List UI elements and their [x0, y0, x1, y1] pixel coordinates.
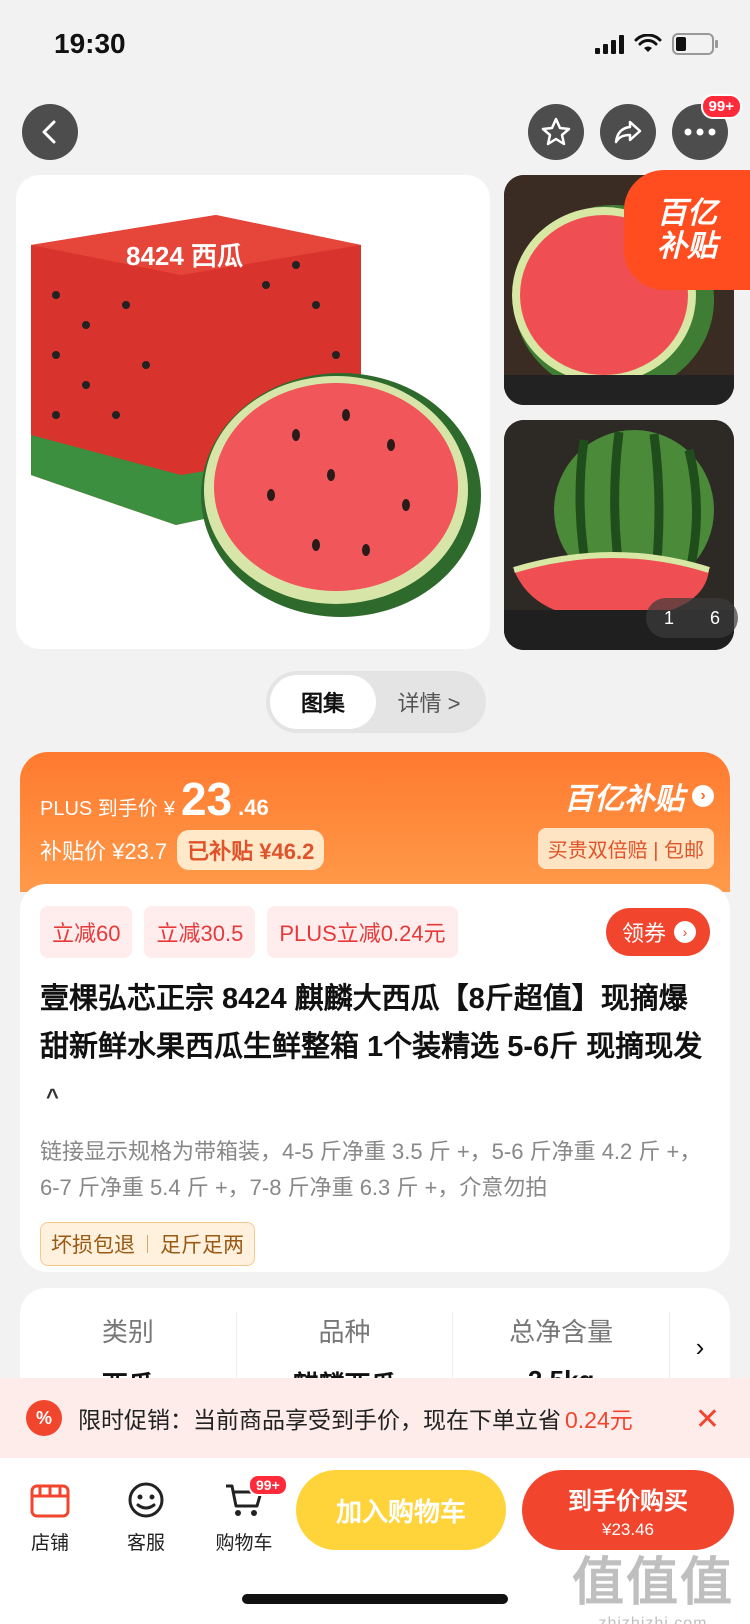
more-badge: 99+ — [700, 94, 742, 119]
price-card: PLUS 到手价 ¥ 23 .46 补贴价 ¥23.7 已补贴 ¥46.2 百亿… — [20, 752, 730, 1272]
chevron-right-icon: › — [674, 921, 696, 943]
customer-service-button[interactable]: 客服 — [106, 1478, 186, 1555]
cart-badge: 99+ — [248, 1474, 288, 1496]
page-total: 6 — [709, 607, 720, 628]
page-current: 1 — [663, 607, 674, 628]
attribute-label: 类别 — [101, 1317, 154, 1347]
currency-symbol: ¥ — [163, 798, 175, 820]
add-to-cart-button[interactable]: 加入购物车 — [296, 1470, 506, 1550]
back-arrow-icon — [42, 120, 56, 144]
status-time: 19:30 — [54, 28, 126, 59]
buy-label: 到手价购买 — [568, 1487, 688, 1515]
chevron-right-icon: › — [692, 785, 714, 807]
plus-price-label: PLUS 到手价 — [40, 798, 158, 820]
box-brand-text: 8424 西瓜 — [126, 241, 243, 271]
share-icon — [614, 120, 642, 144]
home-indicator[interactable] — [242, 1594, 508, 1604]
status-bar: 19:30 — [0, 0, 750, 88]
star-icon — [541, 117, 571, 146]
image-page-indicator: 1 6 — [646, 598, 738, 638]
service-tag: 足斤足两 — [160, 1234, 244, 1258]
watermark-logo: 值值值 — [571, 1554, 734, 1612]
subsidy-corner-badge: 百亿 补贴 — [624, 170, 750, 290]
get-coupon-label: 领券 — [621, 921, 666, 946]
main-product-image[interactable]: 8424 西瓜 — [16, 175, 490, 649]
favorite-button[interactable] — [528, 104, 584, 160]
cart-label: 购物车 — [215, 1533, 273, 1554]
back-button[interactable] — [22, 104, 78, 160]
subsidy-corner-line2: 补贴 — [657, 230, 717, 263]
chevron-right-icon[interactable]: › — [670, 1312, 730, 1382]
wifi-icon — [634, 34, 662, 54]
subsidy-corner-line1: 百亿 — [657, 197, 717, 230]
divider — [147, 1235, 148, 1254]
subsidy-price: 补贴价 ¥23.7 — [40, 839, 168, 864]
buy-price: ¥23.46 — [602, 1519, 654, 1539]
collapse-caret-icon[interactable]: ^ — [46, 1084, 59, 1109]
guarantee-tag: 买贵双倍赔 | 包邮 — [537, 828, 714, 869]
attribute-label: 总净含量 — [509, 1317, 614, 1347]
get-coupon-button[interactable]: 领券 › — [605, 908, 710, 956]
status-icons — [595, 33, 720, 55]
coupon-tag[interactable]: PLUS立减0.24元 — [267, 906, 458, 958]
watermark-url: zhizhizhi.com — [598, 1615, 708, 1624]
more-button[interactable]: 99+ — [672, 94, 742, 160]
customer-service-label: 客服 — [126, 1533, 165, 1554]
store-button[interactable]: 店铺 — [10, 1478, 90, 1555]
service-tags[interactable]: 坏损包退 足斤足两 — [40, 1222, 255, 1267]
service-tag: 坏损包退 — [51, 1234, 135, 1258]
spec-note: 链接显示规格为带箱装，4-5 斤净重 3.5 斤 +，5-6 斤净重 4.2 斤… — [40, 1138, 702, 1200]
promo-bar: % 限时促销：当前商品享受到手价，现在下单立省 0.24元 ✕ — [0, 1378, 750, 1458]
discount-icon: % — [26, 1400, 62, 1436]
signal-icon — [595, 34, 624, 54]
store-label: 店铺 — [30, 1533, 69, 1554]
subsidy-brand-block[interactable]: 百亿补贴 › 买贵双倍赔 | 包邮 — [537, 774, 714, 869]
watermelon-box-image: 8424 西瓜 — [31, 215, 481, 617]
promo-amount: 0.24元 — [565, 1407, 633, 1433]
share-button[interactable] — [600, 104, 656, 160]
buy-now-button[interactable]: 到手价购买 ¥23.46 — [522, 1470, 734, 1550]
tab-gallery[interactable]: 图集 — [270, 675, 376, 729]
promo-text: 限时促销：当前商品享受到手价，现在下单立省 — [78, 1407, 561, 1433]
coupon-row: 立减60 立减30.5 PLUS立减0.24元 领券 › — [40, 906, 710, 958]
tab-details[interactable]: 详情 > — [376, 675, 482, 729]
plus-price-decimal: .46 — [238, 795, 269, 820]
gallery-detail-switch: 图集 详情 > — [266, 671, 486, 733]
customer-service-icon — [128, 1482, 164, 1518]
plus-price-integer: 23 — [180, 773, 233, 825]
product-title: 壹棵弘芯正宗 8424 麒麟大西瓜【8斤超值】现摘爆甜新鲜水果西瓜生鲜整箱 1个… — [40, 983, 703, 1063]
close-icon[interactable]: ✕ — [695, 1402, 720, 1437]
site-watermark: 值值值 zhizhizhi.com — [572, 1540, 734, 1624]
product-title-block[interactable]: 壹棵弘芯正宗 8424 麒麟大西瓜【8斤超值】现摘爆甜新鲜水果西瓜生鲜整箱 1个… — [40, 976, 710, 1120]
cart-button[interactable]: 购物车 99+ — [204, 1474, 288, 1555]
coupon-tag[interactable]: 立减60 — [40, 906, 133, 958]
price-block: PLUS 到手价 ¥ 23 .46 补贴价 ¥23.7 已补贴 ¥46.2 — [40, 772, 325, 870]
coupon-tag[interactable]: 立减30.5 — [144, 906, 256, 958]
product-detail-card: 立减60 立减30.5 PLUS立减0.24元 领券 › 壹棵弘芯正宗 8424… — [20, 884, 730, 1272]
subsidy-brand-logo: 百亿补贴 — [564, 783, 684, 816]
attribute-label: 品种 — [318, 1317, 371, 1347]
store-icon — [30, 1484, 70, 1518]
battery-icon — [672, 33, 720, 55]
already-subsidized-badge: 已补贴 ¥46.2 — [177, 830, 325, 870]
more-dots-icon — [684, 128, 716, 136]
